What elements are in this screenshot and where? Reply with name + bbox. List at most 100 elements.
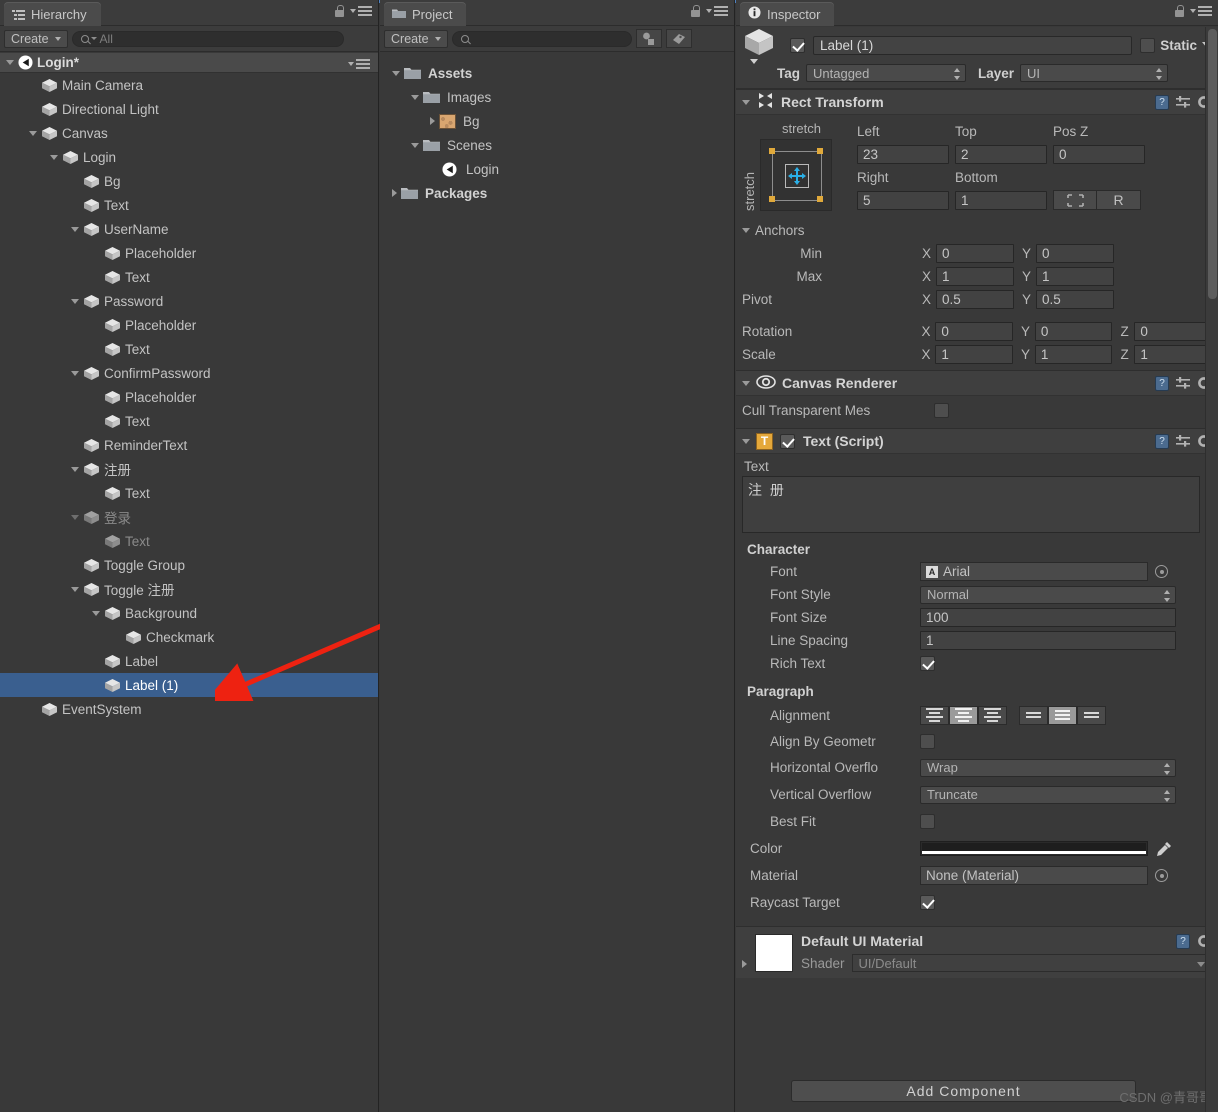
canvas-renderer-header[interactable]: Canvas Renderer ? <box>736 370 1218 396</box>
text-script-header[interactable]: T Text (Script) ? <box>736 428 1218 454</box>
search-by-label-button[interactable] <box>665 29 692 48</box>
twirl-down-icon[interactable] <box>71 514 79 520</box>
project-search-input[interactable] <box>451 30 632 47</box>
horizontal-overflow-dropdown[interactable]: Wrap <box>920 758 1176 777</box>
panel-menu-icon[interactable] <box>350 4 372 18</box>
rich-text-checkbox[interactable] <box>920 656 935 671</box>
shader-dropdown[interactable]: UI/Default <box>851 954 1212 972</box>
hierarchy-item-background[interactable]: Background <box>0 601 378 625</box>
rotation-z-input[interactable]: 0 <box>1134 322 1212 341</box>
align-bottom-button[interactable] <box>1077 705 1106 725</box>
hierarchy-item-label[interactable]: Label <box>0 649 378 673</box>
hierarchy-item-eventsystem[interactable]: EventSystem <box>0 697 378 721</box>
hierarchy-item-password[interactable]: Password <box>0 289 378 313</box>
tab-project[interactable]: Project <box>384 2 467 26</box>
text-content-textarea[interactable]: 注 册 <box>742 476 1200 533</box>
project-item-packages[interactable]: Packages <box>380 181 734 205</box>
line-spacing-input[interactable]: 1 <box>920 631 1176 650</box>
material-object-field[interactable]: None (Material) <box>920 866 1148 885</box>
hierarchy-item-canvas[interactable]: Canvas <box>0 121 378 145</box>
tab-hierarchy[interactable]: Hierarchy <box>4 2 101 26</box>
font-size-input[interactable]: 100 <box>920 608 1176 627</box>
help-icon[interactable]: ? <box>1155 94 1169 110</box>
align-right-button[interactable] <box>978 705 1007 725</box>
lock-icon[interactable] <box>690 4 701 18</box>
twirl-down-icon[interactable] <box>29 130 37 136</box>
preset-icon[interactable] <box>1176 434 1190 448</box>
hierarchy-item-[interactable]: 登录 <box>0 505 378 529</box>
hierarchy-item-placeholder[interactable]: Placeholder <box>0 313 378 337</box>
twirl-down-icon[interactable] <box>92 610 100 616</box>
static-control[interactable]: Static <box>1140 37 1212 53</box>
scene-twirl-icon[interactable] <box>6 60 14 65</box>
posz-input[interactable]: 0 <box>1053 144 1145 164</box>
hierarchy-item-toggle-group[interactable]: Toggle Group <box>0 553 378 577</box>
rotation-y-input[interactable]: 0 <box>1034 322 1113 341</box>
panel-menu-icon[interactable] <box>706 4 728 18</box>
material-twirl-icon[interactable] <box>742 960 747 968</box>
font-object-field[interactable]: A Arial <box>920 562 1148 581</box>
tab-inspector[interactable]: Inspector <box>740 2 835 26</box>
static-checkbox[interactable] <box>1140 37 1156 53</box>
project-item-login[interactable]: Login <box>380 157 734 181</box>
help-icon[interactable]: ? <box>1155 375 1169 391</box>
add-component-button[interactable]: Add Component <box>791 1080 1136 1102</box>
vertical-overflow-dropdown[interactable]: Truncate <box>920 785 1176 804</box>
hierarchy-search-input[interactable]: All <box>71 30 344 47</box>
scale-y-input[interactable]: 1 <box>1034 345 1113 364</box>
raycast-target-checkbox[interactable] <box>920 895 935 910</box>
rect-transform-header[interactable]: Rect Transform ? <box>736 89 1218 115</box>
preset-icon[interactable] <box>1176 376 1190 390</box>
project-item-images[interactable]: Images <box>380 85 734 109</box>
hierarchy-item-confirmpassword[interactable]: ConfirmPassword <box>0 361 378 385</box>
top-input[interactable]: 2 <box>955 144 1047 164</box>
twirl-down-icon[interactable] <box>71 226 79 232</box>
help-icon[interactable]: ? <box>1176 933 1190 949</box>
twirl-down-icon[interactable] <box>71 370 79 376</box>
hierarchy-item-label-1[interactable]: Label (1) <box>0 673 378 697</box>
hierarchy-item-placeholder[interactable]: Placeholder <box>0 241 378 265</box>
hierarchy-item-remindertext[interactable]: ReminderText <box>0 433 378 457</box>
lock-icon[interactable] <box>1174 4 1185 18</box>
color-swatch-field[interactable] <box>920 841 1148 856</box>
search-by-type-button[interactable] <box>635 29 662 48</box>
project-item-bg[interactable]: Bg <box>380 109 734 133</box>
project-item-assets[interactable]: Assets <box>380 61 734 85</box>
anchors-foldout[interactable]: Anchors <box>742 219 1212 242</box>
align-middle-button[interactable] <box>1048 705 1077 725</box>
panel-menu-icon[interactable] <box>1190 4 1212 18</box>
preset-icon[interactable] <box>1176 95 1190 109</box>
left-input[interactable]: 23 <box>857 144 949 164</box>
cull-transparent-checkbox[interactable] <box>934 403 949 418</box>
twirl-down-icon[interactable] <box>392 70 400 76</box>
hierarchy-item-text[interactable]: Text <box>0 481 378 505</box>
twirl-down-icon[interactable] <box>71 586 79 592</box>
gameobject-name-input[interactable]: Label (1) <box>813 35 1133 55</box>
hierarchy-item-toggle[interactable]: Toggle 注册 <box>0 577 378 601</box>
align-center-button[interactable] <box>949 705 978 725</box>
font-style-dropdown[interactable]: Normal <box>920 585 1176 604</box>
eyedropper-icon[interactable] <box>1156 841 1172 857</box>
hierarchy-item-checkmark[interactable]: Checkmark <box>0 625 378 649</box>
component-twirl-icon[interactable] <box>742 380 750 386</box>
twirl-right-icon[interactable] <box>392 189 397 197</box>
raw-edit-mode-button[interactable]: R <box>1097 190 1141 210</box>
gameobject-enabled-checkbox[interactable] <box>790 37 805 53</box>
hierarchy-item-directional-light[interactable]: Directional Light <box>0 97 378 121</box>
hierarchy-item-login[interactable]: Login <box>0 145 378 169</box>
hierarchy-item-placeholder[interactable]: Placeholder <box>0 385 378 409</box>
scale-z-input[interactable]: 1 <box>1134 345 1212 364</box>
bottom-input[interactable]: 1 <box>955 190 1047 210</box>
tag-dropdown[interactable]: Untagged <box>806 64 966 82</box>
component-twirl-icon[interactable] <box>742 99 750 105</box>
hierarchy-item-bg[interactable]: Bg <box>0 169 378 193</box>
best-fit-checkbox[interactable] <box>920 814 935 829</box>
hierarchy-item-text[interactable]: Text <box>0 193 378 217</box>
pivot-x-input[interactable]: 0.5 <box>936 290 1014 309</box>
anchor-max-x-input[interactable]: 1 <box>936 267 1014 286</box>
pivot-y-input[interactable]: 0.5 <box>1036 290 1114 309</box>
hierarchy-create-button[interactable]: Create <box>4 29 68 48</box>
hierarchy-item-username[interactable]: UserName <box>0 217 378 241</box>
inspector-scrollbar[interactable] <box>1205 27 1218 1112</box>
scale-x-input[interactable]: 1 <box>935 345 1013 364</box>
